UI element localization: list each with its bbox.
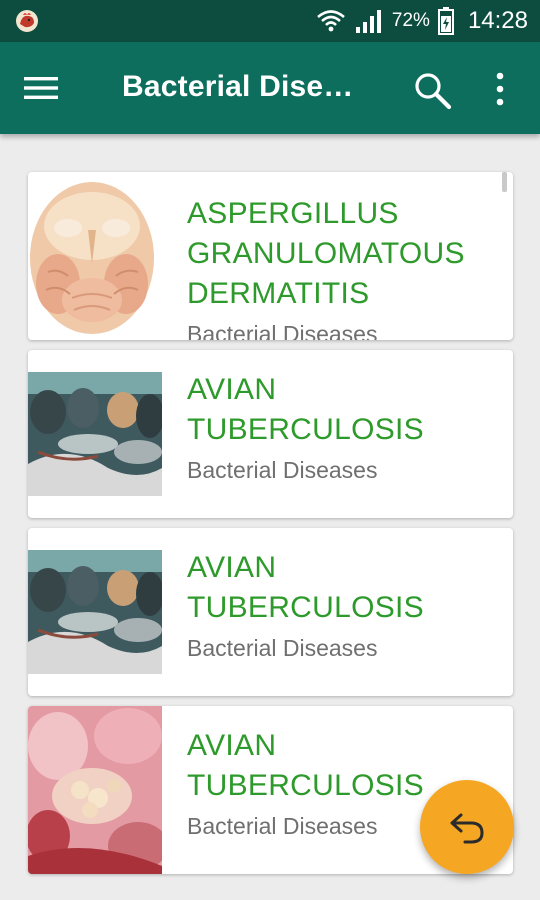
- list-item[interactable]: ASPERGILLUS GRANULOMATOUS DERMATITIS Bac…: [28, 172, 513, 340]
- item-title: AVIAN TUBERCULOSIS: [187, 373, 424, 446]
- tuberculosis-lesion-image: [28, 372, 162, 496]
- item-category: Bacterial Diseases: [187, 321, 378, 340]
- item-title: AVIAN TUBERCULOSIS: [187, 551, 424, 624]
- list-item[interactable]: AVIAN TUBERCULOSIS Bacterial Diseases: [28, 528, 513, 696]
- item-category: Bacterial Diseases: [187, 457, 378, 483]
- item-category: Bacterial Diseases: [187, 635, 378, 661]
- wifi-icon: [317, 10, 345, 32]
- scrollbar[interactable]: [502, 172, 507, 192]
- item-title: ASPERGILLUS GRANULOMATOUS DERMATITIS: [187, 197, 465, 310]
- battery-icon: [437, 7, 454, 35]
- tuberculosis-organ-image: [28, 706, 162, 874]
- undo-fab-button[interactable]: [420, 780, 514, 874]
- undo-arrow-icon: [450, 813, 484, 844]
- more-vert-icon[interactable]: [490, 72, 510, 106]
- app-bar: Bacterial Dise…: [0, 42, 540, 134]
- battery-percent: 72%: [391, 10, 430, 31]
- signal-icon: [355, 10, 381, 33]
- item-category: Bacterial Diseases: [187, 813, 378, 839]
- chicken-app-icon: [16, 10, 38, 32]
- page-title: Bacterial Dise…: [122, 70, 354, 103]
- search-icon[interactable]: [412, 70, 452, 110]
- list-item[interactable]: AVIAN TUBERCULOSIS Bacterial Diseases: [28, 350, 513, 518]
- status-bar: 72% 14:28: [0, 0, 540, 42]
- tuberculosis-lesion-image: [28, 550, 162, 674]
- status-time: 14:28: [467, 7, 528, 34]
- chicken-face-image: [28, 172, 162, 340]
- hamburger-menu-icon[interactable]: [24, 75, 58, 101]
